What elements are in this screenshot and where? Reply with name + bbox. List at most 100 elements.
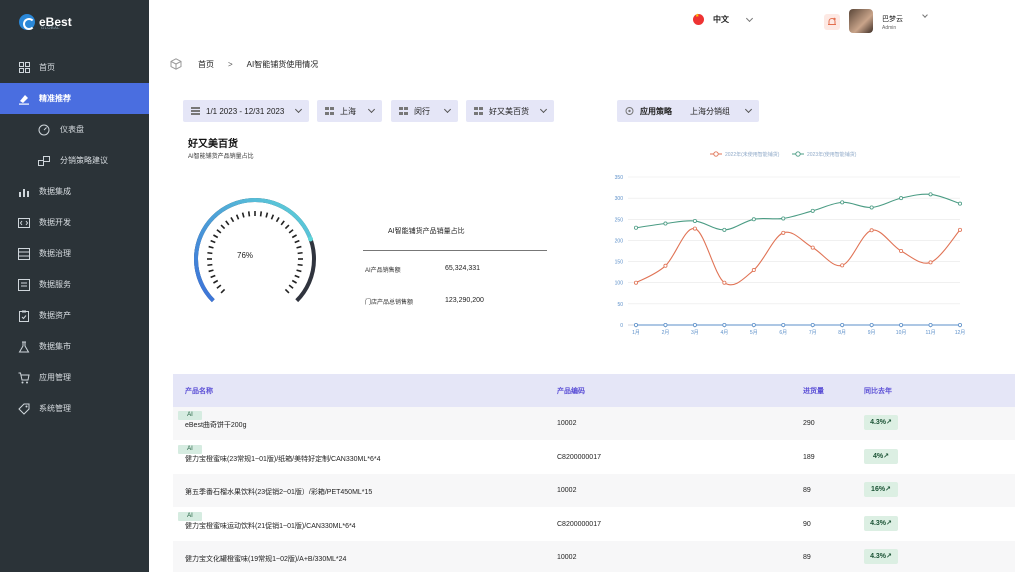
sidebar-item-dashboard[interactable]: 仪表盘: [0, 114, 149, 145]
y-tick-label: 100: [615, 281, 624, 287]
header-product-code: 产品编码: [557, 388, 585, 395]
table-header: 产品名称 产品编码 进货量 同比去年: [173, 374, 1015, 407]
x-tick-label: 9月: [868, 330, 876, 336]
gauge-tick: [294, 274, 300, 279]
sidebar-item-app-management[interactable]: 应用管理: [0, 362, 149, 393]
sidebar-item-data-mart[interactable]: 数据集市: [0, 331, 149, 362]
gauge-tick: [213, 234, 219, 239]
language-label: 中文: [713, 15, 729, 24]
breadcrumb-current: AI智能铺货使用情况: [246, 59, 319, 69]
data-point: [810, 208, 815, 213]
sidebar-item-label: 应用管理: [39, 373, 71, 382]
sidebar-item-data-integration[interactable]: 数据集成: [0, 176, 149, 207]
table-row[interactable]: 第五季番石榴水果饮料(23促销2~01版）/彩箱/PET450ML*15 1000…: [173, 474, 1015, 508]
chevron-down-icon: [443, 105, 452, 114]
product-code: 10002: [557, 554, 577, 561]
district-select[interactable]: 闵行: [391, 100, 458, 122]
ai-sales-label: AI产品销售额: [365, 268, 401, 274]
store-select[interactable]: 好又美百货: [466, 100, 554, 122]
user-name[interactable]: 巴梦云: [882, 14, 903, 24]
gauge-tick: [225, 220, 230, 226]
table-row[interactable]: AI 健力宝橙蜜味运动饮料(21促销1~01版)/CAN330ML*6*4 C820…: [173, 508, 1015, 541]
data-point: [957, 201, 962, 206]
gauge-tick: [208, 245, 214, 249]
avatar[interactable]: [849, 9, 873, 33]
gauge-tick: [291, 279, 297, 284]
chevron-right-icon: >: [228, 59, 233, 69]
gauge-tick: [230, 217, 235, 223]
series-line: [635, 228, 961, 286]
gauge-tick: [207, 263, 213, 267]
logo-icon: [19, 14, 35, 30]
quantity: 90: [803, 520, 811, 528]
sidebar-item-data-dev[interactable]: 数据开发: [0, 207, 149, 238]
ai-sales-value: 65,324,331: [445, 265, 481, 272]
data-point: [663, 322, 668, 327]
product-name: 健力宝橙蜜味(23常规1~01版)/纸箱/美特好定制/CAN330ML*6*4: [185, 455, 381, 463]
asset-icon: [18, 310, 30, 322]
y-tick-label: 50: [617, 302, 623, 308]
governance-icon: [18, 247, 30, 260]
data-point: [928, 192, 933, 197]
gauge-tick: [280, 220, 285, 226]
gauge-tick: [288, 284, 294, 289]
chevron-down-icon: [367, 105, 376, 114]
sales-line-chart: 0 50 100 150 200 250 300 350 1月 2月 3月 4月 5月 6月 7月 8月 9月 1…: [615, 151, 966, 336]
table-row[interactable]: 健力宝文化罐橙蜜味(19常规1~02版)/A+B/330ML*24 10002 89…: [173, 541, 1015, 572]
sidebar-item-home[interactable]: 首页: [0, 52, 149, 83]
brush-icon: [18, 93, 30, 105]
quantity: 290: [803, 420, 815, 427]
sidebar-item-data-governance[interactable]: 数据治理: [0, 238, 149, 269]
product-table: 产品名称 产品编码 进货量 同比去年 AI eBest曲奇饼干200g 10002 2…: [173, 374, 1015, 572]
table-row[interactable]: AI 健力宝橙蜜味(23常规1~01版)/纸箱/美特好定制/CAN330ML*6*…: [173, 441, 1015, 474]
product-code: 10002: [557, 420, 577, 427]
gauge-tick: [288, 229, 294, 234]
table-row[interactable]: AI eBest曲奇饼干200g 10002 290 4.3%↗: [173, 407, 1015, 441]
header-quantity: 进货量: [803, 388, 824, 395]
strategy-select[interactable]: 应用策略 上海分销组: [617, 100, 759, 122]
quantity: 89: [803, 554, 811, 561]
sidebar-item-strategy[interactable]: 分销策略建议: [0, 145, 149, 176]
table-body: AI eBest曲奇饼干200g 10002 290 4.3%↗ AI 健力宝橙蜜味(23常…: [173, 407, 1015, 572]
header-product-name: 产品名称: [185, 388, 213, 395]
strategy-icon: [38, 155, 50, 167]
flask-icon: [18, 341, 30, 353]
gauge-tick: [241, 212, 245, 218]
chevron-down-icon: [745, 14, 754, 22]
chevron-down-icon[interactable]: [922, 12, 928, 18]
gauge-tick: [235, 214, 240, 220]
legend-label: 2022年(未使用智能铺货): [725, 151, 780, 158]
gauge-tick: [210, 274, 216, 279]
data-point: [957, 322, 962, 327]
y-tick-label: 0: [620, 323, 623, 329]
notification-button[interactable]: [824, 14, 840, 30]
sidebar-item-precise-recommend[interactable]: 精准推荐: [0, 83, 149, 114]
x-tick-label: 8月: [838, 330, 846, 336]
gauge-tick: [220, 224, 226, 230]
metrics-divider: [363, 250, 547, 251]
sidebar-item-data-asset[interactable]: 数据资产: [0, 300, 149, 331]
city-select[interactable]: 上海: [317, 100, 382, 122]
logo-subtitle: GLOBAL: [41, 25, 61, 30]
x-tick-label: 3月: [691, 330, 699, 336]
product-code: C8200000017: [557, 453, 601, 461]
ai-badge: AI: [178, 411, 202, 420]
metrics-title: AI智能铺货产品销量占比: [388, 228, 465, 235]
data-point: [810, 322, 815, 327]
data-point: [899, 322, 904, 327]
sidebar-item-label: 分销策略建议: [60, 156, 108, 165]
language-selector[interactable]: 中文: [693, 13, 754, 25]
legend-marker: [795, 151, 801, 157]
data-point: [722, 322, 727, 327]
breadcrumb-home[interactable]: 首页: [198, 59, 214, 70]
code-icon: [18, 217, 30, 229]
data-point: [840, 322, 845, 327]
sidebar-item-system-management[interactable]: 系统管理: [0, 393, 149, 424]
date-range-picker[interactable]: 1/1 2023 - 12/31 2023: [183, 100, 309, 122]
data-point: [722, 280, 727, 285]
x-tick-label: 7月: [809, 330, 817, 336]
sidebar-item-data-service[interactable]: 数据服务: [0, 269, 149, 300]
tag-icon: [18, 403, 30, 415]
gauge-tick: [284, 224, 290, 230]
gauge-tick: [265, 212, 269, 218]
